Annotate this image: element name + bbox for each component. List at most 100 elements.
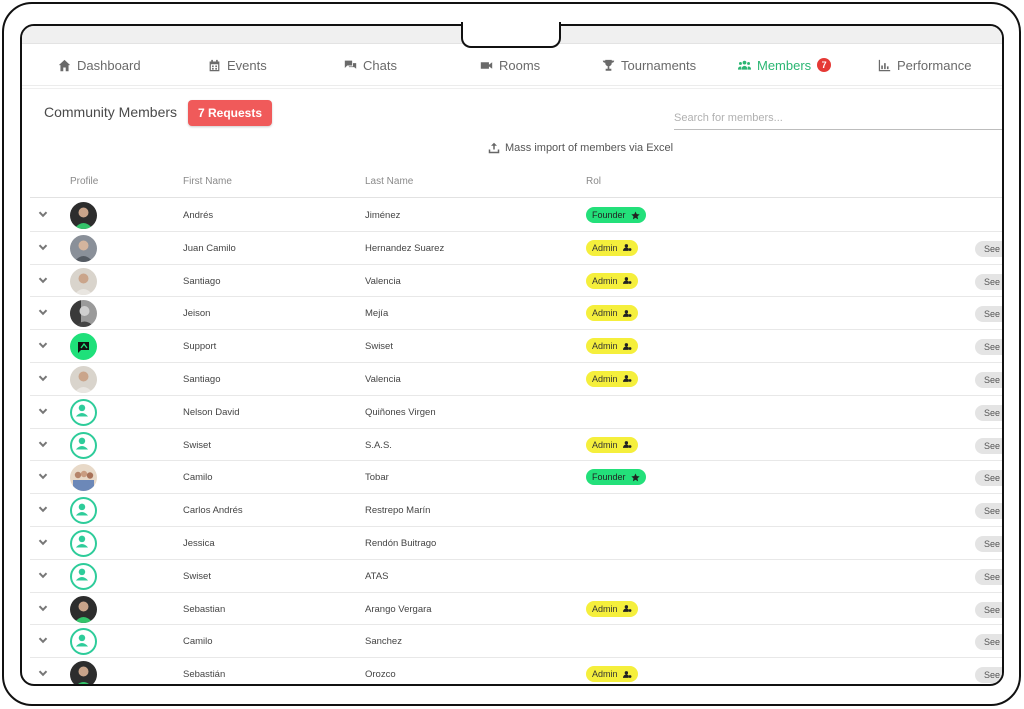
expand-chevron-icon[interactable] — [38, 373, 50, 385]
role-badge: Admin — [586, 666, 638, 683]
see-details-button[interactable]: See J — [975, 240, 1002, 257]
see-details-button[interactable]: See J — [975, 503, 1002, 520]
expand-chevron-icon[interactable] — [38, 603, 50, 615]
nav-dashboard[interactable]: Dashboard — [58, 44, 141, 86]
nav-chats[interactable]: Chats — [344, 44, 397, 86]
avatar — [70, 431, 97, 459]
role-badge: Founder — [586, 469, 646, 486]
table-row[interactable]: Sebastian Arango Vergara Admin See J — [30, 593, 1002, 626]
nav-events[interactable]: Events — [208, 44, 267, 86]
last-name-cell: Valencia — [365, 373, 401, 385]
table-row[interactable]: Juan Camilo Hernandez Suarez Admin See J — [30, 232, 1002, 265]
mass-import-label: Mass import of members via Excel — [505, 142, 674, 154]
table-row[interactable]: Swiset S.A.S. Admin See J — [30, 429, 1002, 462]
expand-chevron-icon[interactable] — [38, 570, 50, 582]
table-row[interactable]: Support Swiset Admin See J — [30, 330, 1002, 363]
first-name-cell: Sebastian — [183, 603, 226, 615]
expand-chevron-icon[interactable] — [38, 242, 50, 254]
last-name-cell: S.A.S. — [365, 439, 392, 451]
search-input[interactable] — [674, 106, 1002, 130]
members-table-header: Profile First Name Last Name Rol — [30, 166, 1002, 198]
col-last-name: Last Name — [365, 176, 414, 187]
see-details-button[interactable]: See J — [975, 404, 1002, 421]
avatar — [70, 202, 97, 229]
see-details-button[interactable]: See J — [975, 437, 1002, 454]
star-icon — [630, 473, 640, 482]
last-name-cell: Sanchez — [365, 636, 402, 648]
role-badge: Admin — [586, 370, 638, 387]
table-row[interactable]: Santiago Valencia Admin See J — [30, 363, 1002, 396]
see-details-button[interactable]: See J — [975, 371, 1002, 388]
nav-performance[interactable]: Performance — [878, 44, 971, 86]
nav-performance-label: Performance — [897, 57, 972, 73]
home-icon — [58, 59, 71, 71]
nav-events-label: Events — [227, 57, 267, 73]
first-name-cell: Support — [183, 341, 217, 353]
mass-import-link[interactable]: Mass import of members via Excel — [488, 142, 673, 154]
table-row[interactable]: Sebastián Orozco Admin See J — [30, 658, 1002, 684]
see-details-button[interactable]: See J — [975, 601, 1002, 618]
see-details-button[interactable]: See J — [975, 339, 1002, 356]
see-details-button[interactable]: See J — [975, 568, 1002, 585]
table-row[interactable]: Swiset ATAS See J — [30, 560, 1002, 593]
avatar — [70, 562, 97, 590]
last-name-cell: Tobar — [365, 472, 389, 484]
last-name-cell: Mejía — [365, 308, 389, 320]
table-row[interactable]: Jessica Rendón Buitrago See J — [30, 527, 1002, 560]
last-name-cell: Valencia — [365, 275, 401, 287]
expand-chevron-icon[interactable] — [38, 340, 50, 352]
expand-chevron-icon[interactable] — [38, 471, 50, 483]
role-label: Admin — [592, 308, 618, 319]
see-details-button[interactable]: See J — [975, 273, 1002, 290]
table-row[interactable]: Santiago Valencia Admin See J — [30, 265, 1002, 298]
last-name-cell: Arango Vergara — [365, 603, 432, 615]
nav-rooms[interactable]: Rooms — [480, 44, 540, 86]
requests-button[interactable]: 7 Requests — [188, 100, 272, 126]
expand-chevron-icon[interactable] — [38, 635, 50, 647]
expand-chevron-icon[interactable] — [38, 668, 50, 680]
first-name-cell: Carlos Andrés — [183, 505, 243, 517]
user-cog-icon — [622, 670, 631, 678]
nav-members-label: Members — [757, 57, 812, 73]
expand-chevron-icon[interactable] — [38, 504, 50, 516]
expand-chevron-icon[interactable] — [38, 406, 50, 418]
device-notch — [461, 22, 561, 48]
role-badge: Founder — [586, 207, 646, 223]
expand-chevron-icon[interactable] — [38, 275, 50, 287]
see-details-button[interactable]: See J — [975, 667, 1002, 684]
role-badge: Admin — [586, 338, 638, 355]
role-label: Admin — [592, 275, 618, 286]
see-details-button[interactable]: See J — [975, 634, 1002, 651]
nav-tournaments[interactable]: Tournaments — [602, 44, 696, 86]
last-name-cell: ATAS — [365, 570, 389, 582]
user-cog-icon — [622, 244, 631, 252]
user-cog-icon — [622, 441, 631, 448]
nav-members[interactable]: Members 7 — [738, 44, 832, 86]
first-name-cell: Andrés — [183, 210, 214, 221]
table-row[interactable]: Nelson David Quiñones Virgen See J — [30, 396, 1002, 429]
see-details-button[interactable]: See J — [975, 535, 1002, 552]
expand-chevron-icon[interactable] — [38, 537, 50, 549]
avatar — [70, 595, 97, 623]
first-name-cell: Swiset — [183, 439, 211, 451]
table-row[interactable]: Andrés Jiménez Founder — [30, 199, 1002, 232]
expand-chevron-icon[interactable] — [38, 439, 50, 451]
expand-chevron-icon[interactable] — [38, 307, 50, 319]
first-name-cell: Jessica — [183, 537, 215, 549]
table-row[interactable]: Camilo Tobar Founder See J — [30, 461, 1002, 495]
table-row[interactable]: Jeison Mejía Admin See J — [30, 297, 1002, 331]
avatar — [70, 661, 97, 684]
see-details-button[interactable]: See J — [975, 306, 1002, 323]
table-row[interactable]: Camilo Sanchez See J — [30, 625, 1002, 659]
role-badge: Admin — [586, 600, 638, 617]
first-name-cell: Nelson David — [183, 406, 240, 418]
first-name-cell: Camilo — [183, 636, 213, 648]
upload-icon — [488, 142, 500, 154]
see-details-button[interactable]: See J — [975, 470, 1002, 487]
first-name-cell: Jeison — [183, 308, 211, 320]
table-row[interactable]: Carlos Andrés Restrepo Marín See J — [30, 494, 1002, 527]
expand-chevron-icon[interactable] — [38, 209, 50, 221]
role-label: Admin — [592, 439, 618, 450]
user-cog-icon — [622, 310, 631, 317]
role-label: Founder — [592, 472, 626, 483]
